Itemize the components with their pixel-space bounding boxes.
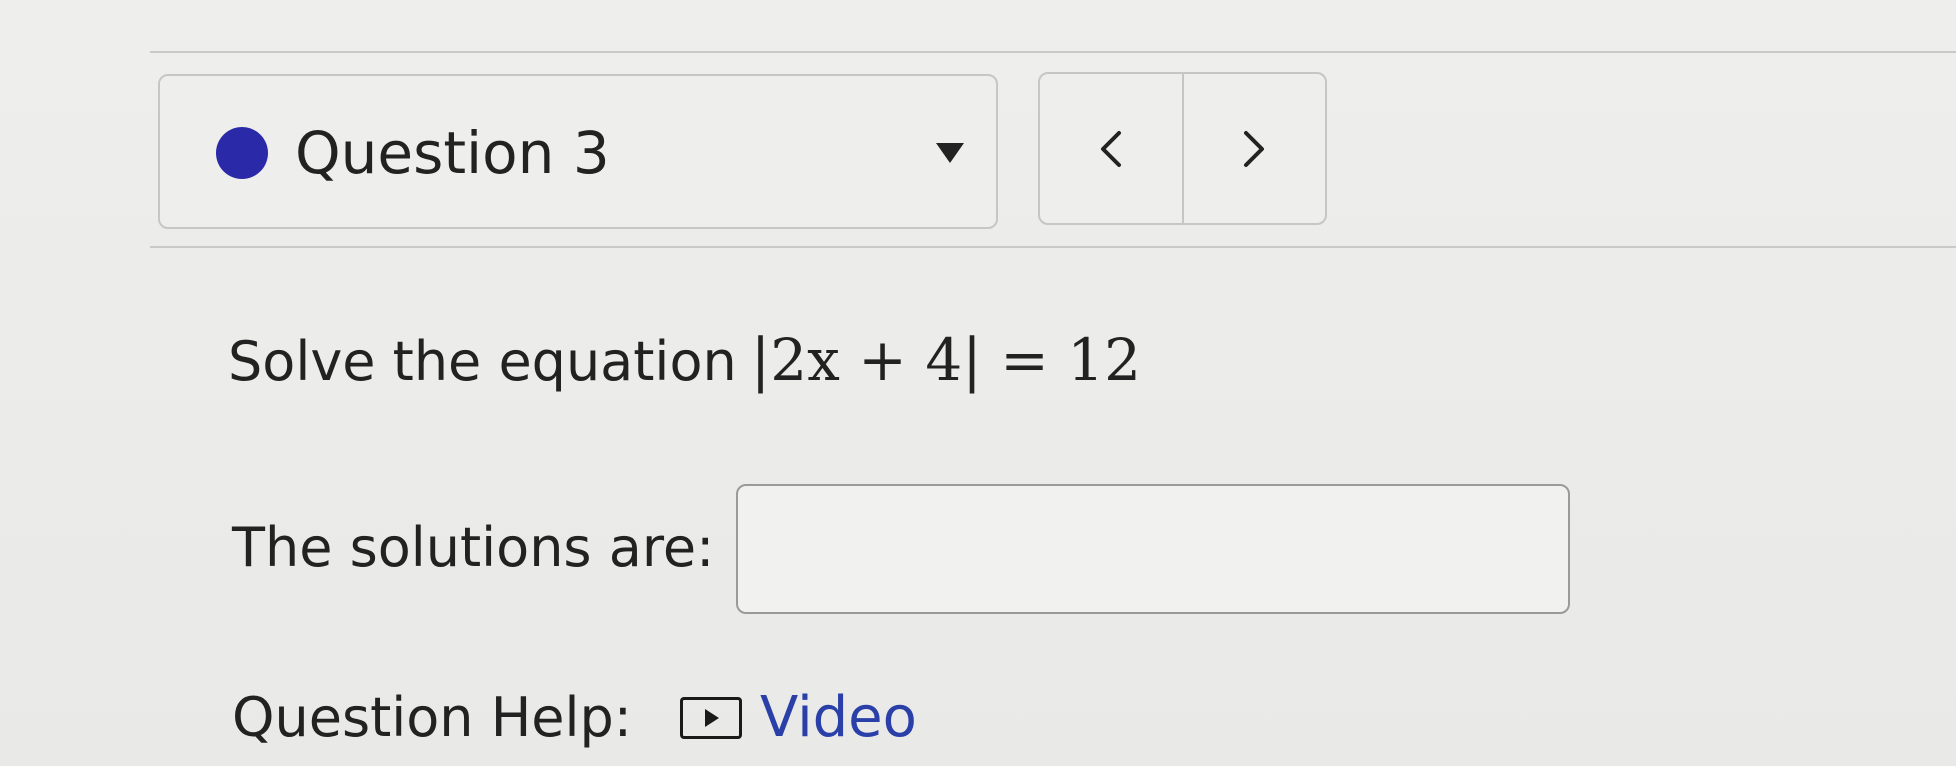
top-divider xyxy=(150,51,1956,53)
answer-input[interactable] xyxy=(736,484,1570,614)
chevron-left-icon xyxy=(1100,130,1121,167)
caret-down-icon xyxy=(936,143,964,163)
question-selector-label: Question 3 xyxy=(295,119,610,187)
video-help-link[interactable]: Video xyxy=(680,680,917,756)
problem-prompt: Solve the equation xyxy=(228,330,737,393)
video-link-label: Video xyxy=(760,685,917,750)
next-question-button[interactable] xyxy=(1184,74,1326,223)
chevron-right-icon xyxy=(1244,130,1265,167)
question-selector-dropdown[interactable]: Question 3 xyxy=(158,74,998,229)
question-navigation xyxy=(1038,72,1327,225)
answer-label: The solutions are: xyxy=(232,516,715,579)
previous-question-button[interactable] xyxy=(1040,74,1184,223)
problem-equation: |2x + 4| = 12 xyxy=(750,326,1142,394)
video-play-icon xyxy=(680,697,742,739)
problem-statement: Solve the equation |2x + 4| = 12 xyxy=(228,322,1141,400)
question-status-dot xyxy=(216,127,268,179)
bottom-divider xyxy=(150,246,1956,248)
question-help-label: Question Help: xyxy=(232,686,632,749)
